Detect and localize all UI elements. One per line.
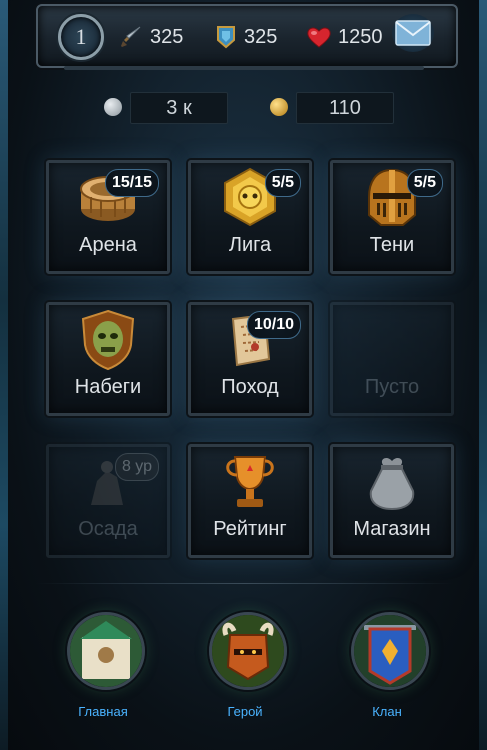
nav-clan[interactable]: Клан [342, 612, 432, 722]
tile-label: Осада [78, 518, 138, 540]
tile-label: Поход [221, 376, 279, 398]
tile-badge: 5/5 [264, 169, 301, 197]
home-icon [67, 612, 145, 690]
tile-campaign[interactable]: 10/10 Поход [188, 302, 312, 416]
level-badge[interactable]: 1 [58, 14, 104, 60]
tile-badge: 8 ур [114, 453, 159, 481]
tile-arena[interactable]: 15/15 Арена [46, 160, 170, 274]
tile-empty: Пусто [330, 302, 454, 416]
hero-icon [209, 612, 287, 690]
trophy-icon [226, 456, 274, 507]
tile-label: Пусто [364, 376, 420, 398]
health-stat: 1250 [306, 24, 383, 50]
heart-icon [307, 27, 331, 48]
nav-home[interactable]: Главная [58, 612, 148, 722]
tile-label: Арена [79, 234, 137, 256]
sword-icon [121, 26, 141, 47]
level-value: 1 [75, 24, 87, 49]
clan-banner-icon [351, 612, 429, 690]
armor-value: 325 [244, 25, 278, 48]
nav-hero[interactable]: Герой [200, 612, 290, 722]
tile-league[interactable]: 5/5 Лига [188, 160, 312, 274]
nav-label: Герой [227, 704, 263, 719]
silver-coin-icon [104, 98, 122, 116]
mail-button[interactable] [392, 14, 434, 52]
tile-label: Магазин [353, 518, 431, 540]
tile-raids[interactable]: Набеги [46, 302, 170, 416]
tile-rating[interactable]: Рейтинг [188, 444, 312, 558]
raid-shield-icon [81, 309, 135, 371]
nav-label: Клан [372, 704, 402, 719]
gold-currency: 110 [270, 92, 394, 124]
armor-icon [217, 26, 235, 49]
mail-icon [395, 20, 431, 46]
tile-shop[interactable]: Магазин [330, 444, 454, 558]
left-frame-edge [0, 0, 8, 750]
attack-stat: 325 [118, 24, 183, 50]
nav-divider [36, 583, 454, 584]
tile-shadows[interactable]: 5/5 Тени [330, 160, 454, 274]
tile-label: Набеги [74, 376, 142, 398]
armor-stat: 325 [214, 24, 277, 50]
tile-label: Рейтинг [213, 518, 287, 540]
bag-icon [369, 458, 415, 511]
tile-badge: 5/5 [406, 169, 443, 197]
gold-coin-icon [270, 98, 288, 116]
top-bar-rail [64, 66, 424, 70]
tile-label: Лига [228, 234, 272, 256]
nav-label: Главная [78, 704, 128, 719]
health-value: 1250 [338, 25, 383, 48]
attack-value: 325 [150, 25, 184, 48]
silver-value-box: 3 к [130, 92, 228, 124]
tile-label: Тени [369, 234, 415, 256]
tile-badge: 15/15 [104, 169, 159, 197]
silver-value: 3 к [166, 96, 192, 119]
gold-value-box: 110 [296, 92, 394, 124]
right-frame-edge [479, 0, 487, 750]
silver-currency: 3 к [104, 92, 228, 124]
tile-siege[interactable]: 8 ур Осада [46, 444, 170, 558]
gold-value: 110 [329, 96, 361, 119]
tile-badge: 10/10 [246, 311, 301, 339]
